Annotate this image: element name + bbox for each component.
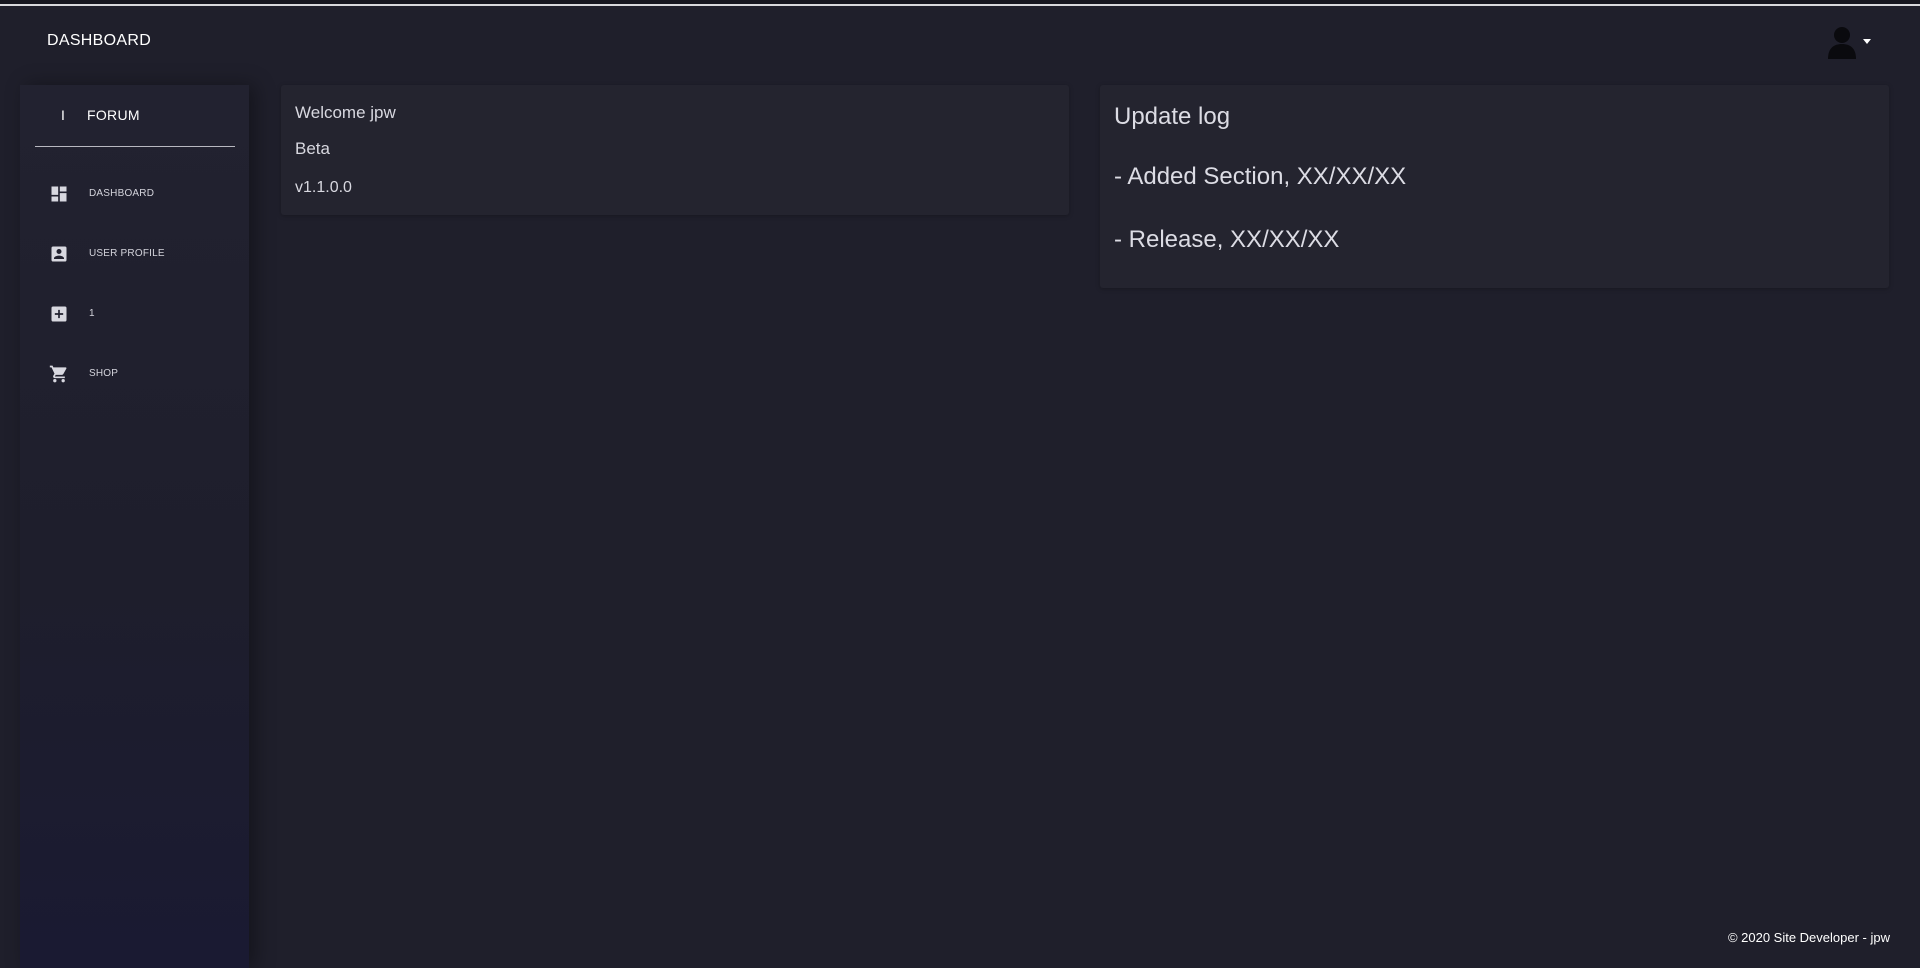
user-menu-toggle[interactable]: [1826, 24, 1872, 60]
sidebar-nav: DASHBOARD USER PROFILE 1 SHOP: [20, 170, 249, 410]
logo-mini: I: [61, 107, 65, 123]
sidebar-item-label: SHOP: [89, 368, 119, 379]
update-log-card: Update log - Added Section, XX/XX/XX - R…: [1100, 85, 1889, 288]
welcome-card: Welcome jpw Beta v1.1.0.0: [281, 85, 1069, 215]
sidebar-logo[interactable]: I FORUM: [20, 85, 249, 147]
sidebar: I FORUM DASHBOARD USER PROFILE 1 SHOP: [20, 85, 249, 968]
plus-box-icon: [49, 304, 69, 324]
caret-down-icon: [1863, 39, 1871, 44]
sidebar-item-label: USER PROFILE: [89, 248, 165, 259]
user-avatar-icon: [1828, 27, 1871, 59]
sidebar-item-shop[interactable]: SHOP: [20, 350, 249, 410]
user-profile-icon: [49, 244, 69, 264]
sidebar-divider: [35, 146, 235, 147]
sidebar-item-label: DASHBOARD: [89, 188, 155, 199]
update-log-entry: - Release, XX/XX/XX: [1114, 226, 1340, 253]
footer-copyright: © 2020 Site Developer - jpw: [1727, 930, 1890, 945]
update-log-title: Update log: [1114, 103, 1231, 130]
status-label: Beta: [295, 139, 330, 158]
top-navbar: DASHBOARD: [0, 6, 1920, 76]
update-log-entry: - Added Section, XX/XX/XX: [1114, 163, 1407, 190]
sidebar-item-add[interactable]: 1: [20, 290, 249, 350]
navbar-brand[interactable]: DASHBOARD: [47, 32, 151, 50]
sidebar-item-user-profile[interactable]: USER PROFILE: [20, 230, 249, 290]
sidebar-item-label: 1: [89, 308, 95, 319]
version-label: v1.1.0.0: [295, 179, 352, 196]
logo-text: FORUM: [87, 107, 140, 123]
dashboard-icon: [49, 184, 69, 204]
sidebar-item-dashboard[interactable]: DASHBOARD: [20, 170, 249, 230]
shopping-cart-icon: [49, 364, 69, 384]
welcome-greeting: Welcome jpw: [295, 103, 396, 122]
